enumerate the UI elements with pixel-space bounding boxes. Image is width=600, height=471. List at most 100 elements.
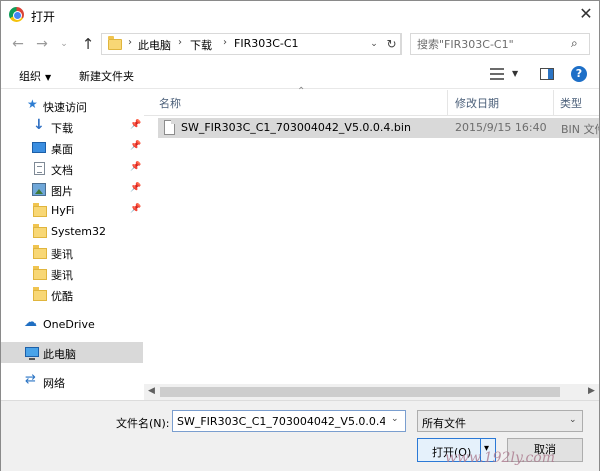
nav-item-hyfi[interactable]: HyFi 📌: [1, 200, 143, 221]
nav-item-label: 图片: [51, 185, 73, 198]
file-type: BIN 文件: [561, 123, 599, 136]
nav-item-label: 优酷: [51, 290, 73, 303]
chevron-down-icon: ▼: [45, 73, 52, 82]
nav-item-label: 网络: [43, 377, 65, 390]
file-icon: [164, 120, 175, 135]
view-dropdown-icon[interactable]: ▼: [512, 69, 518, 78]
documents-icon: [34, 162, 45, 175]
file-row[interactable]: SW_FIR303C_C1_703004042_V5.0.0.4.bin 201…: [158, 118, 599, 138]
breadcrumb-fir303c-c1[interactable]: FIR303C-C1: [234, 37, 299, 50]
breadcrumb-downloads[interactable]: 下载: [190, 37, 212, 53]
nav-item-label: OneDrive: [43, 318, 95, 331]
column-header-date[interactable]: 修改日期: [455, 95, 499, 111]
file-modified-date: 2015/9/15 16:40: [455, 121, 547, 134]
column-divider[interactable]: [553, 90, 554, 116]
file-list: ⌃ 名称 修改日期 类型 SW_FIR303C_C1_703004042_V5.…: [144, 86, 599, 400]
address-row: ← → ⌄ ↑ › 此电脑 › 下载 › FIR303C-C1 ⌄ ↻ ⌕: [1, 29, 599, 59]
view-options-icon[interactable]: [490, 68, 504, 80]
nav-item-system32[interactable]: System32: [1, 221, 143, 242]
nav-item-quick-access[interactable]: ★ 快速访问: [1, 95, 143, 116]
nav-item-pictures[interactable]: 图片 📌: [1, 179, 143, 200]
back-button[interactable]: ←: [9, 35, 27, 53]
search-icon[interactable]: ⌕: [571, 36, 578, 51]
nav-item-youku[interactable]: 优酷: [1, 284, 143, 305]
scroll-left-icon[interactable]: ◀: [148, 386, 155, 396]
nav-item-this-pc[interactable]: 此电脑: [1, 342, 143, 363]
forward-button[interactable]: →: [33, 35, 51, 53]
close-button[interactable]: ✕: [576, 4, 596, 24]
nav-item-phicomm-2[interactable]: 斐讯: [1, 263, 143, 284]
pin-icon[interactable]: 📌: [130, 183, 141, 193]
column-divider[interactable]: [447, 90, 448, 116]
filename-label: 文件名(N):: [116, 417, 170, 430]
nav-item-label: HyFi: [51, 204, 75, 217]
address-bar[interactable]: › 此电脑 › 下载 › FIR303C-C1 ⌄: [101, 33, 401, 55]
folder-icon: [108, 36, 122, 50]
watermark: www.192ly.com: [445, 450, 555, 466]
nav-item-label: 下载: [51, 122, 73, 135]
filename-input[interactable]: [177, 414, 385, 428]
column-header-type[interactable]: 类型: [560, 95, 582, 111]
refresh-button[interactable]: ↻: [382, 33, 402, 55]
nav-item-desktop[interactable]: 桌面 📌: [1, 137, 143, 158]
horizontal-scrollbar[interactable]: ◀ ▶: [144, 384, 599, 400]
sort-ascending-icon: ⌃: [297, 86, 306, 97]
folder-icon: [33, 224, 47, 238]
title-bar: 打开 ✕: [1, 1, 599, 29]
new-folder-button[interactable]: 新建文件夹: [79, 68, 134, 84]
pin-icon[interactable]: 📌: [130, 162, 141, 172]
pin-icon[interactable]: 📌: [130, 120, 141, 130]
breadcrumb-this-pc[interactable]: 此电脑: [138, 37, 171, 53]
nav-item-onedrive[interactable]: ☁ OneDrive: [1, 314, 143, 335]
file-name: SW_FIR303C_C1_703004042_V5.0.0.4.bin: [181, 121, 411, 134]
nav-item-documents[interactable]: 文档 📌: [1, 158, 143, 179]
column-header-row: ⌃ 名称 修改日期 类型: [144, 86, 599, 116]
network-icon: ⇄: [25, 372, 36, 387]
file-type-filter-select[interactable]: 所有文件 ⌄: [417, 410, 583, 432]
open-file-dialog: 打开 ✕ ← → ⌄ ↑ › 此电脑 › 下载 › FIR303C-C1 ⌄ ↻…: [0, 0, 600, 471]
nav-item-label: 此电脑: [43, 348, 76, 361]
star-icon: ★: [27, 97, 38, 111]
recent-locations-button[interactable]: ⌄: [55, 35, 73, 53]
filename-combobox[interactable]: ⌄: [172, 410, 406, 432]
nav-item-phicomm-1[interactable]: 斐讯: [1, 242, 143, 263]
window-title: 打开: [31, 10, 56, 24]
chevron-down-icon[interactable]: ⌄: [391, 414, 399, 424]
pin-icon[interactable]: 📌: [130, 141, 141, 151]
help-icon[interactable]: ?: [571, 66, 587, 82]
nav-item-label: 桌面: [51, 143, 73, 156]
navigation-pane: ★ 快速访问 ↓ 下载 📌 桌面 📌 文档 📌 图片 📌 HyFi 📌 Syst…: [1, 90, 143, 400]
desktop-icon: [32, 142, 46, 153]
nav-item-network[interactable]: ⇄ 网络: [1, 371, 143, 392]
command-toolbar: 组织 ▼ 新建文件夹 ▼ ?: [1, 61, 599, 89]
address-dropdown-icon[interactable]: ⌄: [368, 39, 380, 51]
nav-item-label: 快速访问: [43, 101, 87, 114]
scroll-right-icon[interactable]: ▶: [588, 386, 595, 396]
folder-icon: [33, 245, 47, 259]
scrollbar-thumb[interactable]: [160, 387, 560, 397]
organize-label: 组织: [19, 70, 41, 83]
nav-item-downloads[interactable]: ↓ 下载 📌: [1, 116, 143, 137]
chevron-down-icon: ⌄: [569, 415, 577, 425]
chrome-icon: [9, 7, 24, 22]
pin-icon[interactable]: 📌: [130, 204, 141, 214]
organize-menu-button[interactable]: 组织 ▼: [19, 68, 51, 84]
download-icon: ↓: [33, 117, 45, 133]
folder-icon: [33, 203, 47, 217]
breadcrumb-separator: ›: [128, 37, 132, 48]
breadcrumb-separator: ›: [178, 37, 182, 48]
column-header-name[interactable]: 名称: [159, 95, 181, 111]
nav-item-label: 斐讯: [51, 269, 73, 282]
preview-pane-icon[interactable]: [540, 68, 554, 80]
breadcrumb-separator: ›: [223, 37, 227, 48]
nav-item-label: 斐讯: [51, 248, 73, 261]
cloud-icon: ☁: [24, 315, 37, 330]
up-button[interactable]: ↑: [79, 35, 97, 53]
search-box[interactable]: ⌕: [410, 33, 590, 55]
nav-item-label: System32: [51, 225, 107, 238]
pictures-icon: [32, 183, 46, 196]
file-type-filter-value: 所有文件: [422, 417, 466, 430]
search-input[interactable]: [417, 37, 567, 51]
computer-icon: [25, 347, 39, 360]
folder-icon: [33, 287, 47, 301]
